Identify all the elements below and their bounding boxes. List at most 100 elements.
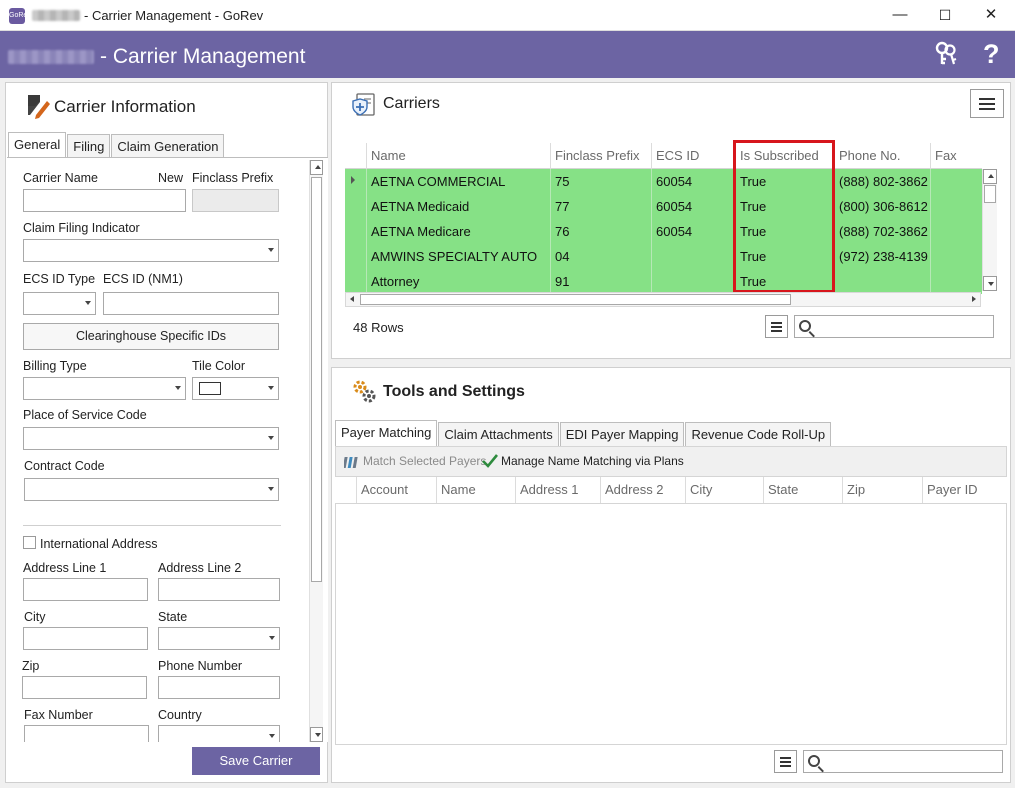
chevron-down-icon [269, 734, 275, 738]
column-header-payer-id[interactable]: Payer ID [922, 477, 1007, 503]
scroll-thumb[interactable] [984, 185, 996, 203]
claim-filing-indicator-select[interactable] [23, 239, 279, 262]
arrow-down-icon [988, 282, 994, 286]
table-row[interactable]: AETNA COMMERCIAL 75 60054 True (888) 802-386… [345, 169, 982, 194]
payer-search-input[interactable] [803, 750, 1003, 773]
ecs-id-type-select[interactable] [23, 292, 96, 315]
table-row[interactable]: Attorney 91 True [345, 269, 982, 294]
is-subscribed-highlight [733, 140, 835, 293]
scroll-thumb[interactable] [360, 294, 791, 305]
cell-phone-no: (888) 702-3862 [834, 219, 931, 244]
scroll-down-button[interactable] [310, 727, 323, 742]
tab-claim-generation[interactable]: Claim Generation [111, 134, 225, 158]
carriers-menu-button[interactable] [970, 89, 1004, 118]
carrier-general-form: Carrier Name New Finclass Prefix Claim F… [7, 157, 328, 742]
form-vertical-scrollbar[interactable] [309, 160, 323, 742]
arrow-left-icon[interactable] [350, 296, 354, 302]
maximize-button[interactable]: ☐ [930, 4, 960, 26]
state-label: State [158, 610, 188, 624]
page-title: - Carrier Management [100, 45, 306, 68]
carrier-information-title: Carrier Information [54, 97, 196, 116]
tab-revenue-code-roll-up[interactable]: Revenue Code Roll-Up [685, 422, 832, 446]
tab-filing[interactable]: Filing [67, 134, 111, 158]
scroll-thumb[interactable] [311, 177, 322, 582]
column-header-fax[interactable]: Fax [930, 143, 982, 169]
close-button[interactable]: ✕ [976, 4, 1006, 26]
column-header-name[interactable]: Name [436, 477, 516, 503]
minimize-button[interactable]: — [885, 4, 915, 26]
search-icon [808, 755, 820, 767]
country-label: Country [158, 708, 202, 722]
billing-type-label: Billing Type [23, 359, 87, 373]
contract-code-select[interactable] [24, 478, 279, 501]
tools-tabs: Payer Matching Claim Attachments EDI Pay… [335, 420, 832, 446]
international-address-checkbox[interactable] [23, 536, 36, 549]
cell-fax [930, 244, 982, 269]
tools-settings-title: Tools and Settings [383, 383, 525, 400]
column-header-phone-no[interactable]: Phone No. [834, 143, 931, 169]
carriers-grid-options-button[interactable] [765, 315, 788, 338]
address-line-2-input[interactable] [158, 578, 280, 601]
column-header-zip[interactable]: Zip [842, 477, 922, 503]
address-line-1-input[interactable] [23, 578, 148, 601]
window-title: - Carrier Management - GoRev [84, 8, 264, 23]
place-of-service-code-select[interactable] [23, 427, 279, 450]
grid-bottom-border [335, 744, 1007, 745]
arrow-down-icon [315, 733, 321, 737]
carriers-search-input[interactable] [794, 315, 994, 338]
cell-finclass-prefix: 75 [550, 169, 652, 194]
table-row[interactable]: AETNA Medicare 76 60054 True (888) 702-3862 [345, 219, 982, 244]
billing-type-select[interactable] [23, 377, 186, 400]
phone-number-label: Phone Number [158, 659, 243, 673]
match-selected-payers-button[interactable]: Match Selected Payers [363, 454, 486, 468]
state-select[interactable] [158, 627, 280, 650]
gears-icon [353, 380, 376, 403]
column-header-state[interactable]: State [763, 477, 843, 503]
carrier-name-input[interactable] [23, 189, 186, 212]
chevron-down-icon [175, 386, 181, 390]
carriers-vertical-scrollbar[interactable] [982, 169, 997, 291]
tab-payer-matching[interactable]: Payer Matching [335, 420, 438, 446]
payer-grid-options-button[interactable] [774, 750, 797, 773]
column-header-ecs-id[interactable]: ECS ID [651, 143, 736, 169]
tile-color-picker[interactable] [192, 377, 279, 400]
country-select[interactable] [158, 725, 280, 742]
zip-input[interactable] [22, 676, 147, 699]
tab-general[interactable]: General [8, 132, 67, 158]
help-icon[interactable]: ? [983, 39, 1000, 70]
column-header-name[interactable]: Name [366, 143, 551, 169]
tab-claim-attachments[interactable]: Claim Attachments [438, 422, 559, 446]
scroll-down-button[interactable] [983, 276, 997, 291]
carriers-title: Carriers [383, 95, 440, 112]
cell-phone-no [834, 269, 931, 294]
ecs-id-type-label: ECS ID Type [23, 272, 96, 286]
arrow-right-icon[interactable] [972, 296, 976, 302]
tab-edi-payer-mapping[interactable]: EDI Payer Mapping [559, 422, 685, 446]
ecs-id-nm1-input[interactable] [103, 292, 279, 315]
cell-ecs-id: 60054 [651, 194, 736, 219]
match-books-icon [344, 457, 358, 468]
column-header-finclass-prefix[interactable]: Finclass Prefix [550, 143, 652, 169]
column-header-city[interactable]: City [685, 477, 765, 503]
clearinghouse-specific-ids-button[interactable]: Clearinghouse Specific IDs [23, 323, 279, 350]
table-row[interactable]: AETNA Medicaid 77 60054 True (800) 306-8612 [345, 194, 982, 219]
city-input[interactable] [23, 627, 148, 650]
finclass-prefix-label: Finclass Prefix [192, 171, 274, 185]
fax-number-input[interactable] [24, 725, 149, 742]
save-carrier-button[interactable]: Save Carrier [192, 747, 320, 775]
carriers-horizontal-scrollbar[interactable] [345, 292, 981, 307]
column-header-address-1[interactable]: Address 1 [515, 477, 601, 503]
cell-phone-no: (888) 802-3862 [834, 169, 931, 194]
column-header-address-2[interactable]: Address 2 [600, 477, 686, 503]
address-line-1-label: Address Line 1 [23, 561, 107, 575]
scroll-up-button[interactable] [310, 160, 323, 175]
column-header-account[interactable]: Account [356, 477, 437, 503]
manage-name-matching-button[interactable]: Manage Name Matching via Plans [501, 454, 684, 468]
table-row[interactable]: AMWINS SPECIALTY AUTO 04 True (972) 238-413… [345, 244, 982, 269]
cell-phone-no: (800) 306-8612 [834, 194, 931, 219]
keys-icon[interactable] [932, 40, 960, 68]
finclass-prefix-input[interactable] [192, 189, 279, 212]
scroll-up-button[interactable] [983, 169, 997, 184]
cell-ecs-id: 60054 [651, 169, 736, 194]
phone-number-input[interactable] [158, 676, 280, 699]
